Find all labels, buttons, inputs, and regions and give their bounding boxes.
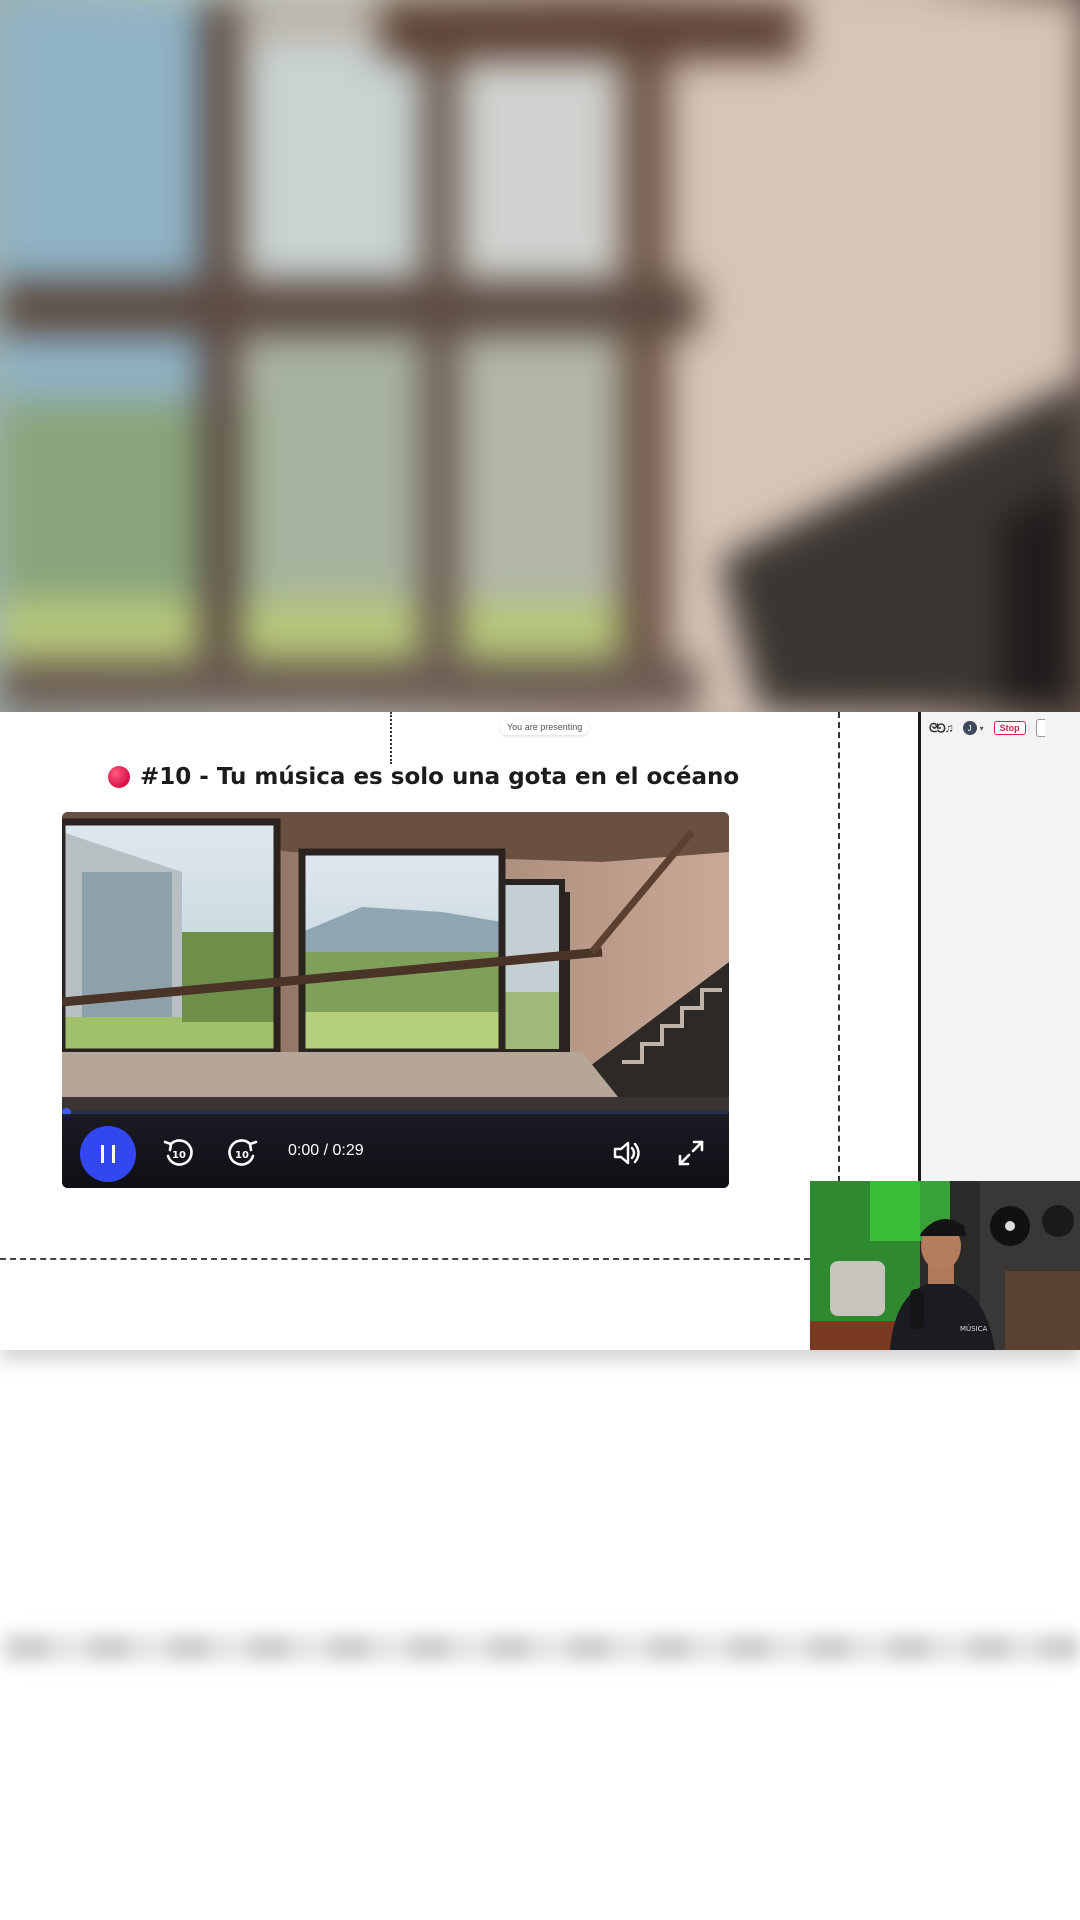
forward-10-button[interactable]: 10 <box>225 1136 259 1174</box>
slide-title-text: #10 - Tu música es solo una gota en el o… <box>140 764 740 790</box>
presenter-webcam: MÚSICA <box>810 1181 1080 1350</box>
presenter-toolbar: ᘓ⅁♫ J ▾ Stop <box>929 718 1080 738</box>
fullscreen-button[interactable] <box>676 1138 706 1172</box>
pause-icon <box>101 1145 115 1163</box>
blurred-scene <box>0 0 1080 712</box>
guide-line <box>838 712 840 1182</box>
presenting-indicator: You are presenting <box>500 719 590 735</box>
webcam-feed: MÚSICA <box>810 1181 1080 1350</box>
volume-button[interactable] <box>612 1138 642 1172</box>
red-dot-icon <box>108 766 130 788</box>
forward-10-icon: 10 <box>228 1139 258 1166</box>
toolbar-overflow-button[interactable] <box>1035 719 1045 737</box>
guide-line <box>0 1258 810 1260</box>
blurred-dashes <box>0 1633 1080 1663</box>
volume-icon <box>613 1141 640 1165</box>
app-logo: ᘓ⅁♫ <box>929 720 954 735</box>
chevron-down-icon[interactable]: ▾ <box>980 724 984 733</box>
guide-line <box>390 712 392 764</box>
rewind-10-icon: 10 <box>163 1139 193 1166</box>
blurred-video-background <box>0 0 1080 712</box>
fullscreen-icon <box>678 1140 704 1166</box>
slide-title: #10 - Tu música es solo una gota en el o… <box>108 764 739 790</box>
svg-text:10: 10 <box>172 1150 186 1161</box>
pause-button[interactable] <box>80 1126 136 1182</box>
rewind-10-button[interactable]: 10 <box>162 1136 196 1174</box>
presenter-panel: ᘓ⅁♫ J ▾ Stop <box>918 712 1080 1182</box>
blurred-strip <box>0 1608 1080 1688</box>
stop-button[interactable]: Stop <box>993 721 1026 735</box>
video-player[interactable]: 10 10 0:00 / 0:29 <box>62 812 729 1188</box>
video-controls: 10 10 0:00 / 0:29 <box>62 1114 729 1188</box>
svg-text:10: 10 <box>235 1150 249 1161</box>
video-time: 0:00 / 0:29 <box>288 1142 364 1159</box>
avatar[interactable]: J <box>962 721 977 735</box>
svg-text:MÚSICA: MÚSICA <box>960 1324 988 1333</box>
